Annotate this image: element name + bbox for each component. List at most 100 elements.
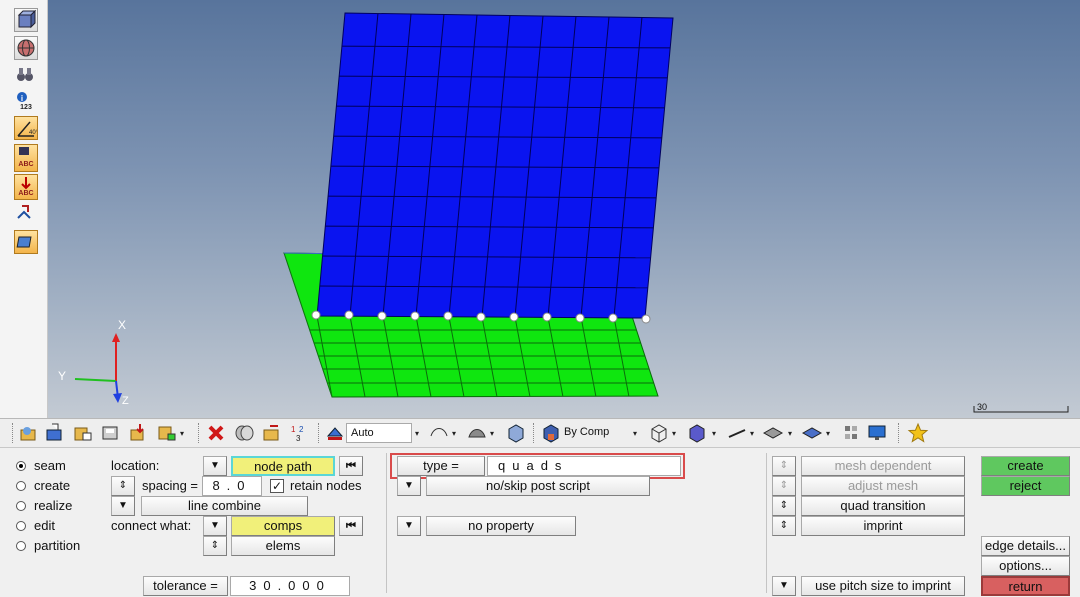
radio-indicator[interactable] [16, 520, 26, 531]
svg-text:1: 1 [291, 425, 296, 434]
renumber-icon[interactable]: 123 [289, 422, 311, 444]
pitch-imprint-dropdown-icon[interactable]: ▼ [772, 576, 796, 596]
surface-view-icon[interactable] [14, 230, 38, 254]
shaded-plane-icon[interactable] [801, 422, 823, 444]
abc-label-2: ABC [18, 190, 34, 197]
divider [766, 453, 767, 593]
imprint-toggle-icon[interactable]: ⇕ [772, 516, 796, 536]
favorite-star-icon[interactable] [907, 422, 929, 444]
radio-indicator[interactable] [16, 540, 26, 551]
property-dropdown-icon[interactable]: ▼ [397, 516, 421, 536]
line-combine-dropdown-icon[interactable]: ▼ [111, 496, 135, 516]
blue-mesh-panel [316, 12, 674, 319]
property-selector[interactable]: no property [426, 516, 576, 536]
elements-icon[interactable] [840, 422, 862, 444]
return-button[interactable]: return [981, 576, 1070, 596]
spacing-input[interactable]: 8.0 [202, 476, 262, 496]
retain-nodes-checkbox[interactable]: ✓ [270, 479, 284, 493]
create-button[interactable]: create [981, 456, 1070, 476]
tolerance-input[interactable]: 30.000 [230, 576, 350, 596]
comps-selector[interactable]: comps [231, 516, 335, 536]
import-icon[interactable] [44, 422, 66, 444]
options-button[interactable]: options... [981, 556, 1070, 576]
open-model-icon[interactable] [18, 422, 40, 444]
axis-x-label: X [118, 318, 127, 332]
scale-label: 30 [976, 402, 987, 412]
line-style-icon[interactable] [428, 422, 450, 444]
adjust-mesh-button[interactable]: adjust mesh [801, 476, 965, 496]
save-icon[interactable] [100, 422, 122, 444]
reset-location-icon[interactable]: ⏮ [339, 456, 363, 476]
import-fe-icon[interactable] [72, 422, 94, 444]
type-input[interactable]: quads [487, 456, 681, 476]
mode-radio-create[interactable]: create [16, 478, 70, 493]
mode-radio-seam[interactable]: seam [16, 458, 66, 473]
connect-dropdown-icon[interactable]: ▼ [203, 516, 227, 536]
color-by-comp-icon[interactable] [540, 422, 562, 444]
solid-style-icon[interactable] [505, 422, 527, 444]
type-label-button[interactable]: type = [397, 456, 485, 476]
mode-label: edit [34, 518, 55, 533]
wireframe-icon[interactable] [648, 422, 670, 444]
imprint-button[interactable]: imprint [801, 516, 965, 536]
mask-icon[interactable] [233, 422, 255, 444]
rotate-arrows-icon[interactable] [14, 202, 38, 226]
quad-transition-button[interactable]: quad transition [801, 496, 965, 516]
location-dropdown-icon[interactable]: ▼ [203, 456, 227, 476]
mesh-dependent-toggle-icon[interactable]: ⇕ [772, 456, 796, 476]
export-options-icon[interactable] [156, 422, 178, 444]
line-combine-selector[interactable]: line combine [141, 496, 308, 516]
post-script-dropdown-icon[interactable]: ▼ [397, 476, 421, 496]
elems-selector[interactable]: elems [231, 536, 335, 556]
info-count-label: 123 [20, 104, 32, 111]
globe-view-icon[interactable] [14, 36, 38, 60]
spacing-label: spacing = [142, 478, 199, 493]
mode-label: create [34, 478, 71, 493]
location-label: location: [111, 458, 160, 473]
plane-icon[interactable] [762, 422, 784, 444]
tolerance-label-button[interactable]: tolerance = [143, 576, 228, 596]
quad-transition-toggle-icon[interactable]: ⇕ [772, 496, 796, 516]
radio-indicator[interactable] [16, 460, 26, 471]
edge-details-button[interactable]: edge details... [981, 536, 1070, 556]
graphics-viewport[interactable]: X Y Z 30 [48, 0, 1080, 418]
mode-radio-realize[interactable]: realize [16, 498, 72, 513]
display-mode-select[interactable]: Auto [346, 423, 412, 443]
seam-panel: seam create realize edit partition locat… [0, 449, 1080, 597]
mode-radio-partition[interactable]: partition [16, 538, 80, 553]
color-mode-select[interactable]: By Comp [560, 423, 630, 443]
delete-icon[interactable] [205, 422, 227, 444]
elems-toggle-icon[interactable]: ⇕ [203, 536, 227, 556]
reject-button[interactable]: reject [981, 476, 1070, 496]
reset-comps-icon[interactable]: ⏮ [339, 516, 363, 536]
mesh-dependent-button[interactable]: mesh dependent [801, 456, 965, 476]
scale-bar [973, 406, 1069, 413]
mode-label: realize [34, 498, 73, 513]
mode-radio-edit[interactable]: edit [16, 518, 55, 533]
mesh-shaded-icon[interactable] [686, 422, 708, 444]
main-toolbar: ▾ 123 Auto ▾ ▾ ▾ By Comp ▾ ▾ ▾ ▾ ▾ ▾ [0, 418, 1080, 448]
surface-style-icon[interactable] [466, 422, 488, 444]
view-cube-icon[interactable] [14, 8, 38, 32]
axis-y-label: Y [58, 369, 67, 383]
svg-text:i: i [21, 94, 23, 103]
line-icon[interactable] [726, 422, 748, 444]
radio-indicator[interactable] [16, 500, 26, 511]
measure-angle-icon[interactable]: 40° [14, 116, 38, 140]
export-icon[interactable] [128, 422, 150, 444]
node-path-selector[interactable]: node path [231, 456, 335, 476]
svg-text:40°: 40° [29, 130, 37, 136]
monitor-icon[interactable] [866, 422, 888, 444]
retain-nodes-label: retain nodes [290, 478, 362, 493]
pitch-imprint-selector[interactable]: use pitch size to imprint [801, 576, 965, 596]
axis-triad [74, 333, 122, 403]
organize-icon[interactable] [261, 422, 283, 444]
post-script-selector[interactable]: no/skip post script [426, 476, 650, 496]
spacing-toggle-icon[interactable]: ⇕ [111, 476, 135, 496]
adjust-mesh-toggle-icon[interactable]: ⇕ [772, 476, 796, 496]
svg-text:3: 3 [296, 434, 301, 443]
radio-indicator[interactable] [16, 480, 26, 491]
info-icon[interactable]: i [14, 90, 38, 104]
binoculars-icon[interactable] [14, 64, 38, 88]
shaded-mode-icon[interactable] [324, 422, 346, 444]
